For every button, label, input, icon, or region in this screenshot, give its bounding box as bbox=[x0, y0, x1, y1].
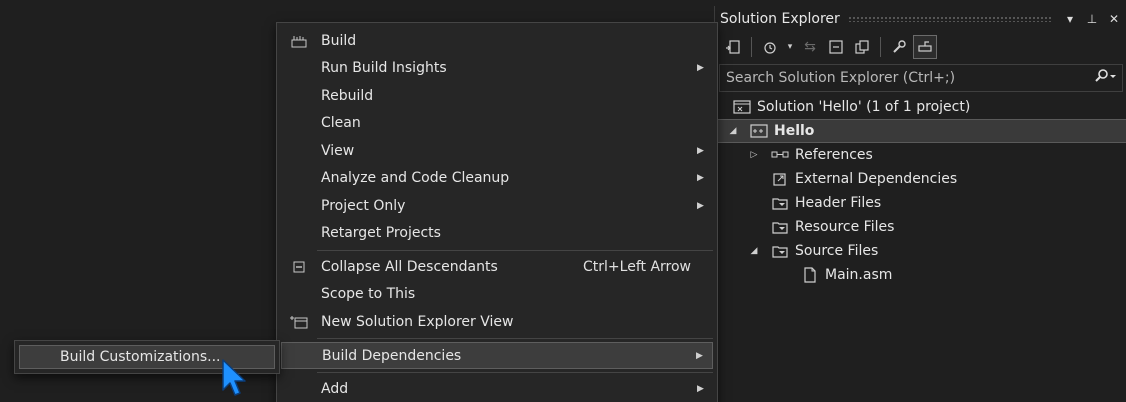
solution-explorer-panel: Solution Explorer ▾ ⊥ ✕ ▾ ⇆ Search Solut… bbox=[714, 6, 1126, 402]
toolbar-separator bbox=[880, 37, 881, 57]
filter-folder-icon bbox=[771, 243, 789, 259]
ide-window: Solution Explorer ▾ ⊥ ✕ ▾ ⇆ Search Solut… bbox=[0, 0, 1126, 402]
menu-item-clean[interactable]: Clean bbox=[281, 109, 713, 136]
solution-icon bbox=[733, 99, 751, 115]
menu-item-retarget-projects[interactable]: Retarget Projects bbox=[281, 219, 713, 246]
expanded-triangle-icon[interactable]: ◢ bbox=[747, 246, 761, 256]
search-placeholder: Search Solution Explorer (Ctrl+;) bbox=[726, 70, 956, 86]
solution-tree: Solution 'Hello' (1 of 1 project) ◢ Hell… bbox=[715, 95, 1126, 287]
collapsed-triangle-icon[interactable]: ▷ bbox=[747, 150, 761, 160]
search-icon[interactable] bbox=[1094, 69, 1116, 87]
tree-node-references[interactable]: ▷ References bbox=[715, 143, 1126, 167]
external-dependencies-label: External Dependencies bbox=[795, 171, 958, 187]
header-files-label: Header Files bbox=[795, 195, 882, 211]
submenu-arrow-icon: ▶ bbox=[697, 200, 704, 211]
submenu-arrow-icon: ▶ bbox=[697, 172, 704, 183]
close-icon[interactable]: ✕ bbox=[1105, 12, 1123, 26]
menu-item-rebuild[interactable]: Rebuild bbox=[281, 82, 713, 109]
menu-item-collapse-all-descendants[interactable]: Collapse All Descendants Ctrl+Left Arrow bbox=[281, 253, 713, 280]
properties-wrench-icon[interactable] bbox=[887, 35, 911, 59]
preview-selected-items-icon[interactable] bbox=[913, 35, 937, 59]
collapse-all-icon[interactable] bbox=[824, 35, 848, 59]
menu-item-project-only[interactable]: Project Only ▶ bbox=[281, 192, 713, 219]
drag-handle[interactable] bbox=[847, 16, 1053, 22]
resource-files-label: Resource Files bbox=[795, 219, 895, 235]
menu-item-add[interactable]: Add ▶ bbox=[281, 375, 713, 402]
menu-item-analyze-code-cleanup[interactable]: Analyze and Code Cleanup ▶ bbox=[281, 164, 713, 191]
project-icon bbox=[750, 123, 768, 139]
build-icon bbox=[281, 34, 317, 48]
sync-active-document-icon[interactable]: ⇆ bbox=[798, 35, 822, 59]
submenu-arrow-icon: ▶ bbox=[697, 145, 704, 156]
expanded-triangle-icon[interactable]: ◢ bbox=[726, 126, 740, 136]
menu-separator bbox=[317, 250, 713, 251]
switch-views-icon[interactable] bbox=[721, 35, 745, 59]
submenu-arrow-icon: ▶ bbox=[697, 62, 704, 73]
tree-node-source-files[interactable]: ◢ Source Files bbox=[715, 239, 1126, 263]
menu-item-new-solution-explorer-view[interactable]: New Solution Explorer View bbox=[281, 308, 713, 335]
new-view-icon bbox=[281, 315, 317, 329]
menu-item-build[interactable]: Build bbox=[281, 27, 713, 54]
references-label: References bbox=[795, 147, 873, 163]
external-dependencies-icon bbox=[771, 171, 789, 187]
context-menu: Build Run Build Insights ▶ Rebuild Clean… bbox=[276, 22, 718, 402]
menu-item-build-dependencies[interactable]: Build Dependencies ▶ bbox=[281, 342, 713, 369]
tree-node-resource-files[interactable]: Resource Files bbox=[715, 215, 1126, 239]
solution-explorer-search-input[interactable]: Search Solution Explorer (Ctrl+;) bbox=[719, 64, 1123, 92]
menu-item-view[interactable]: View ▶ bbox=[281, 137, 713, 164]
pending-changes-filter-icon[interactable] bbox=[758, 35, 782, 59]
menu-separator bbox=[317, 338, 713, 339]
source-files-label: Source Files bbox=[795, 243, 879, 259]
tree-node-project-hello[interactable]: ◢ Hello bbox=[715, 119, 1126, 143]
show-all-files-icon[interactable] bbox=[850, 35, 874, 59]
toolbar-separator bbox=[751, 37, 752, 57]
collapse-icon bbox=[281, 261, 317, 273]
menu-item-run-build-insights[interactable]: Run Build Insights ▶ bbox=[281, 54, 713, 81]
submenu-arrow-icon: ▶ bbox=[696, 350, 703, 361]
pin-icon[interactable]: ⊥ bbox=[1083, 12, 1101, 26]
tree-node-main-asm[interactable]: Main.asm bbox=[715, 263, 1126, 287]
chevron-down-icon[interactable]: ▾ bbox=[784, 35, 796, 59]
tree-node-solution[interactable]: Solution 'Hello' (1 of 1 project) bbox=[715, 95, 1126, 119]
solution-explorer-title: Solution Explorer bbox=[720, 11, 840, 27]
solution-explorer-toolbar: ▾ ⇆ bbox=[715, 32, 1126, 62]
filter-folder-icon bbox=[771, 195, 789, 211]
project-label: Hello bbox=[774, 123, 815, 139]
menu-separator bbox=[317, 372, 713, 373]
tree-node-external-dependencies[interactable]: External Dependencies bbox=[715, 167, 1126, 191]
file-icon bbox=[801, 267, 819, 283]
tree-node-header-files[interactable]: Header Files bbox=[715, 191, 1126, 215]
solution-explorer-titlebar: Solution Explorer ▾ ⊥ ✕ bbox=[715, 6, 1126, 32]
submenu-arrow-icon: ▶ bbox=[697, 383, 704, 394]
solution-label: Solution 'Hello' (1 of 1 project) bbox=[757, 99, 971, 115]
mouse-pointer-icon bbox=[221, 358, 249, 402]
references-icon bbox=[771, 147, 789, 163]
window-position-icon[interactable]: ▾ bbox=[1061, 12, 1079, 26]
menu-item-scope-to-this[interactable]: Scope to This bbox=[281, 280, 713, 307]
main-asm-label: Main.asm bbox=[825, 267, 893, 283]
filter-folder-icon bbox=[771, 219, 789, 235]
shortcut-text: Ctrl+Left Arrow bbox=[583, 258, 691, 275]
